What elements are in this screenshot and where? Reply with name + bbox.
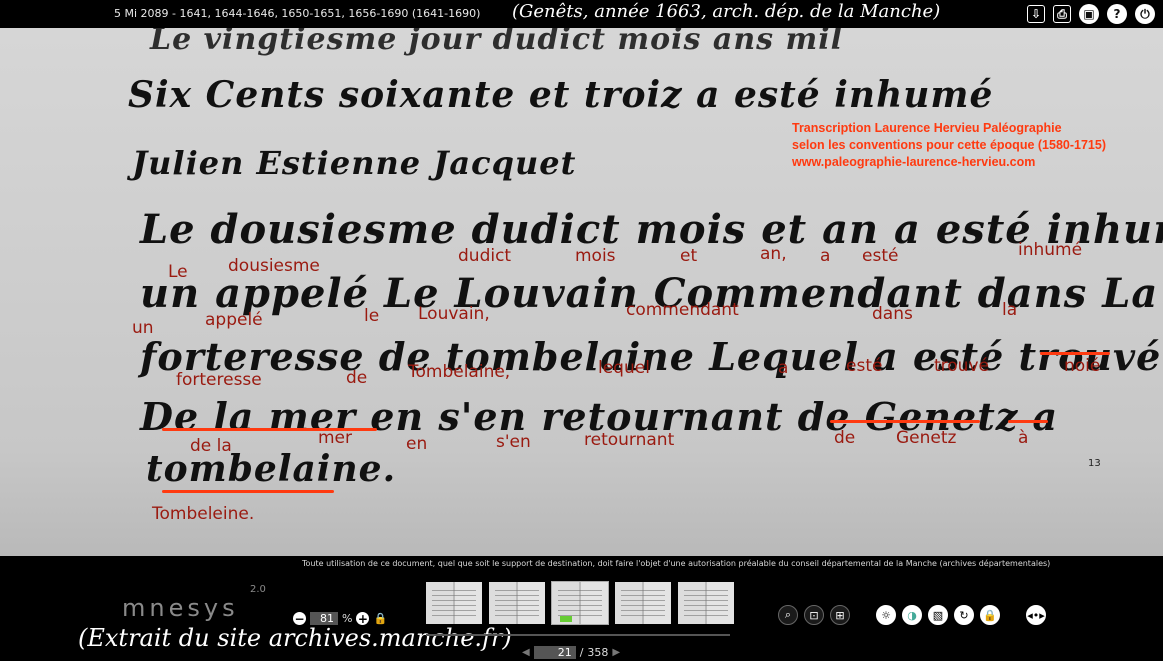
transcription-word: appelé [205,310,263,330]
handwritten-source-title: (Genêts, année 1663, arch. dép. de la Ma… [512,1,941,22]
contrast-icon[interactable]: ◑ [902,605,922,625]
page-separator: / [579,646,584,659]
lock-view-icon[interactable]: 🔒 [980,605,1000,625]
logo-version: 2.0 [250,584,266,595]
current-page-marker [560,616,572,622]
power-icon[interactable]: ⏻ [1135,4,1155,24]
transcription-word: an, [760,244,787,264]
thumbnail-scrollbar[interactable] [426,634,730,636]
scan-text-row: Julien Estienne Jacquet [132,144,577,182]
page-navigator: ◀ 21 / 358 ▶ [522,646,620,659]
help-icon[interactable]: ? [1107,4,1127,24]
scan-text-row: Le dousiesme dudict mois et an a esté in… [140,206,1163,253]
transcription-word: Tombelaine, [408,362,511,382]
bottom-bar: mnesys 2.0 (Extrait du site archives.man… [0,572,1163,661]
page-total: 358 [587,646,609,659]
page-thumbnail[interactable] [489,582,545,624]
transcription-word: de la [190,436,232,456]
scan-text-row: tombelaine. [146,448,397,490]
scan-text-row: forteresse de tombelaine Lequel a esté t… [140,334,1163,379]
lock-icon[interactable]: 🔒 [373,612,387,625]
page-thumbnail-current[interactable] [551,581,609,625]
transcription-word: et [680,246,698,266]
transcription-word: dousiesme [228,256,320,276]
page-thumbnail[interactable] [615,582,671,624]
fullscreen-icon[interactable]: ▣ [1079,4,1099,24]
transcription-word: dans [872,304,913,324]
zoom-control: − 81 % + 🔒 [293,612,387,625]
underline-mark [1040,352,1110,355]
transcription-word: s'en [496,432,531,452]
page-number-input[interactable]: 21 [533,646,576,659]
zoom-in-button[interactable]: + [356,612,370,625]
zoom-unit: % [342,612,353,625]
zoom-input[interactable]: 81 [310,612,338,625]
zoom-area-icon[interactable]: ⌕ [778,605,798,625]
transcription-word: commendant [626,300,739,320]
fit-width-icon[interactable]: ⊞ [830,605,850,625]
transcription-word: inhumé [1018,240,1083,260]
credit-line: selon les conventions pour cette époque … [792,138,1106,152]
transcription-word: en [406,434,428,454]
transcription-word: de [834,428,856,448]
fit-height-icon[interactable]: ⊡ [804,605,824,625]
invert-image-icon[interactable]: ▧ [928,605,948,625]
transcription-word: retournant [584,430,675,450]
transcription-word: Louvain, [418,304,490,324]
transcription-word: Genetz [896,428,957,448]
top-toolbar: ⇩ ⎙ ▣ ? ⏻ [1027,4,1155,24]
download-icon[interactable]: ⇩ [1027,5,1045,23]
transcription-word: dudict [458,246,512,266]
transcription-word: un [132,318,154,338]
underline-mark [162,490,334,493]
next-page-arrow-icon[interactable]: ▶ [612,647,620,658]
transcription-word: de [346,368,368,388]
rotate-icon[interactable]: ↻ [954,605,974,625]
zoom-out-button[interactable]: − [293,612,306,625]
thumbnail-strip [426,581,734,625]
page-thumbnail[interactable] [426,582,482,624]
transcription-word: esté [862,246,899,266]
handwritten-source-note: (Extrait du site archives.manche.fr) [78,624,512,652]
transcription-word: forteresse [176,370,262,390]
transcription-word: a [778,358,789,378]
transcription-word: mer [318,428,353,448]
transcription-word: Le [168,262,188,282]
transcription-word: le [364,306,380,326]
split-view-icon[interactable]: ◂•▸ [1026,605,1046,625]
transcription-word: lequel [598,358,650,378]
transcription-word: a [820,246,831,266]
underline-mark [162,428,377,431]
transcription-credit: Transcription Laurence Hervieu Paléograp… [792,120,1106,171]
transcription-word: Tombeleine. [152,504,255,524]
brightness-icon[interactable]: ☼ [876,605,896,625]
scan-text-row: Le vingtiesme jour dudict mois ans mil [150,28,844,57]
transcription-word: mois [575,246,616,266]
underline-mark [830,420,980,423]
credit-line: www.paleographie-laurence-hervieu.com [792,155,1036,169]
document-viewer[interactable]: Le vingtiesme jour dudict mois ans mil S… [0,28,1163,556]
print-icon[interactable]: ⎙ [1053,5,1071,23]
usage-notice-text: Toute utilisation de ce document, quel q… [302,559,1051,568]
transcription-word: la [1002,300,1018,320]
usage-notice: Toute utilisation de ce document, quel q… [0,556,1163,572]
transcription-word: noié [1064,356,1101,376]
transcription-word: trouvé [934,356,989,376]
transcription-word: esté [846,356,883,376]
credit-line: Transcription Laurence Hervieu Paléograp… [792,121,1062,135]
underline-mark [1008,420,1048,423]
scan-text-row: Six Cents soixante et troiz a esté inhum… [128,74,994,116]
page-thumbnail[interactable] [678,582,734,624]
previous-page-arrow-icon[interactable]: ◀ [522,647,530,658]
top-bar: 5 Mi 2089 - 1641, 1644-1646, 1650-1651, … [0,0,1163,28]
document-title: 5 Mi 2089 - 1641, 1644-1646, 1650-1651, … [114,7,481,20]
transcription-word: à [1018,428,1029,448]
image-tools: ⌕ ⊡ ⊞ ☼ ◑ ▧ ↻ 🔒 ◂•▸ [778,605,1046,625]
page-marker: 13 [1088,458,1101,469]
mnesys-logo: mnesys [122,594,239,622]
